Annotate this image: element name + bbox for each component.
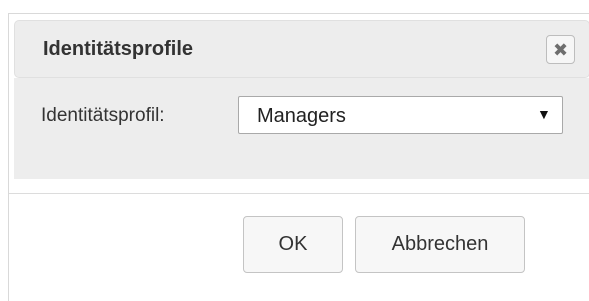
identity-profile-label: Identitätsprofil: [41,105,165,126]
identity-profile-dialog: Identitätsprofile ✖ Identitätsprofil: Ma… [8,13,589,301]
dropdown-arrow-icon: ▼ [537,106,551,122]
footer-divider [9,193,589,194]
dialog-titlebar: Identitätsprofile ✖ [14,20,589,78]
cancel-button[interactable]: Abbrechen [355,216,525,273]
selected-value: Managers [257,105,346,127]
close-button[interactable]: ✖ [546,35,575,64]
dialog-title: Identitätsprofile [43,38,194,60]
identity-profile-select[interactable]: Managers ▼ [238,96,563,134]
dialog-content: Identitätsprofil: Managers ▼ [14,78,589,179]
ok-button[interactable]: OK [243,216,343,273]
close-icon: ✖ [552,39,569,60]
